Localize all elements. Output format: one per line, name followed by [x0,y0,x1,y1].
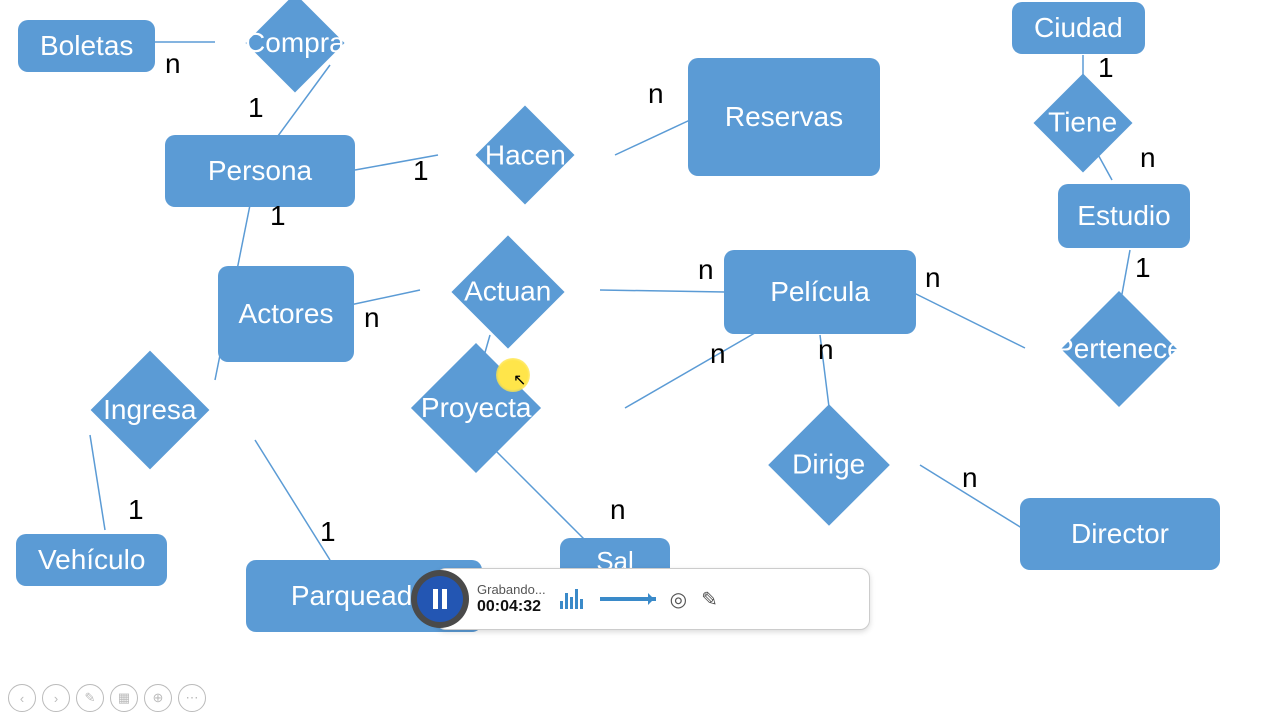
card-n-pelicula-dirige: n [818,334,834,366]
zoom-button[interactable]: ⊕ [144,684,172,712]
rel-tiene[interactable]: Tiene [1034,74,1133,173]
view-all-button[interactable]: ▦ [110,684,138,712]
card-n-dirige-director: n [962,462,978,494]
rel-hacen[interactable]: Hacen [476,106,575,205]
card-n-tiene-estudio: n [1140,142,1156,174]
card-1-estudio-pertenece: 1 [1135,252,1151,284]
entity-ciudad[interactable]: Ciudad [1012,2,1145,54]
card-n-actuan-pelicula: n [698,254,714,286]
entity-estudio[interactable]: Estudio [1058,184,1190,248]
entity-reservas[interactable]: Reservas [688,58,880,176]
entity-pelicula[interactable]: Película [724,250,916,334]
prev-slide-button[interactable]: ‹ [8,684,36,712]
rel-actuan[interactable]: Actuan [451,235,564,348]
card-1-persona-hacen: 1 [413,155,429,187]
presentation-toolbar[interactable]: ‹ › ✎ ▦ ⊕ ⋯ [8,684,206,712]
card-1-ciudad: 1 [1098,52,1114,84]
screen-recorder-toolbar[interactable]: Grabando... 00:04:32 ◎ ✎ [436,568,870,630]
card-n-pelicula-pertenece: n [925,262,941,294]
recording-time: 00:04:32 [477,598,546,616]
rel-compra[interactable]: Compra [246,0,345,92]
card-n-actores: n [364,302,380,334]
rel-dirige[interactable]: Dirige [768,404,890,526]
card-1-persona-ingresa: 1 [270,200,286,232]
volume-slider[interactable] [600,597,656,601]
card-1-ingresa-parqueadero: 1 [320,516,336,548]
pencil-icon[interactable]: ✎ [701,587,718,612]
rel-pertenece[interactable]: Pertenece [1061,291,1177,407]
entity-actores[interactable]: Actores [218,266,354,362]
entity-vehiculo[interactable]: Vehículo [16,534,167,586]
entity-director[interactable]: Director [1020,498,1220,570]
webcam-icon[interactable]: ◎ [670,587,687,612]
pen-tool-button[interactable]: ✎ [76,684,104,712]
recording-status: Grabando... [477,582,546,599]
rel-ingresa[interactable]: Ingresa [91,351,210,470]
card-1-ingresa-vehiculo: 1 [128,494,144,526]
cursor-arrow-icon: ↖ [513,370,526,390]
next-slide-button[interactable]: › [42,684,70,712]
card-n-proyecta-sala: n [610,494,626,526]
card-n-pelicula-proyecta: n [710,338,726,370]
pause-button[interactable] [417,576,463,622]
card-1-compra-persona: 1 [248,92,264,124]
entity-persona[interactable]: Persona [165,135,355,207]
card-n-boletas: n [165,48,181,80]
card-n-hacen-reservas: n [648,78,664,110]
audio-level-icon [560,589,586,609]
more-button[interactable]: ⋯ [178,684,206,712]
entity-boletas[interactable]: Boletas [18,20,155,72]
